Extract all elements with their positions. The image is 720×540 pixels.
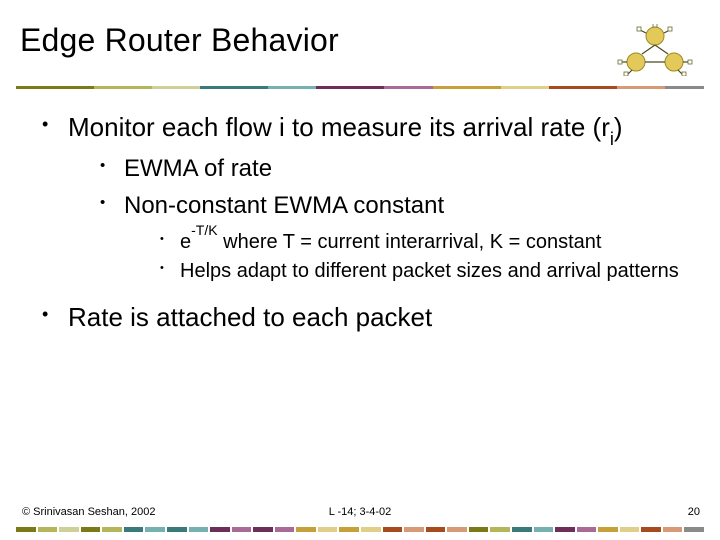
network-cluster-icon [616,24,694,76]
text: ) [614,112,623,142]
footer-chip [232,527,252,532]
footer-chip [167,527,187,532]
underline-seg [200,86,268,89]
bullet-item: Non-constant EWMA constant e-T/K where T… [100,191,680,285]
footer-chip [59,527,79,532]
footer-chip [124,527,144,532]
underline-seg [549,86,617,89]
superscript-exp: -T/K [191,222,217,238]
underline-seg [501,86,549,89]
footer-page-number: 20 [688,506,700,518]
footer-chip [663,527,683,532]
underline-seg [268,86,316,89]
footer-chip [404,527,424,532]
footer-chip [598,527,618,532]
text: Rate is attached to each packet [68,302,432,332]
underline-seg [16,86,94,89]
footer-chip [38,527,58,532]
underline-seg [433,86,501,89]
bullet-item: Monitor each flow i to measure its arriv… [40,111,680,285]
title-underline [16,86,704,89]
footer-chip [469,527,489,532]
bullet-list-level1: Monitor each flow i to measure its arriv… [40,111,680,334]
footer-chip [490,527,510,532]
footer-chip [620,527,640,532]
footer: © Srinivasan Seshan, 2002 L -14; 3-4-02 … [0,506,720,526]
footer-color-bar [16,527,704,532]
slide: Edge Router Behavior [0,0,720,540]
text: Non-constant EWMA constant [124,192,444,219]
underline-seg [94,86,152,89]
footer-chip [641,527,661,532]
bullet-list-level3: e-T/K where T = current interarrival, K … [124,230,680,285]
footer-chip [426,527,446,532]
footer-chip [512,527,532,532]
footer-chip [361,527,381,532]
underline-seg [384,86,432,89]
bullet-item: Rate is attached to each packet [40,301,680,334]
text: where T = current interarrival, K = cons… [218,231,602,253]
title-row: Edge Router Behavior [0,0,720,82]
footer-chip [253,527,273,532]
text: e [180,231,191,253]
slide-title: Edge Router Behavior [20,22,339,59]
footer-chip [296,527,316,532]
footer-chip [210,527,230,532]
footer-copyright: © Srinivasan Seshan, 2002 [22,506,155,518]
footer-chip [189,527,209,532]
text: EWMA of rate [124,155,272,182]
bullet-item: Helps adapt to different packet sizes an… [160,259,680,285]
bullet-item: e-T/K where T = current interarrival, K … [160,230,680,256]
text: Helps adapt to different packet sizes an… [180,260,679,282]
footer-chip [447,527,467,532]
footer-chip [16,527,36,532]
bullet-item: EWMA of rate [100,154,680,185]
footer-chip [383,527,403,532]
footer-chip [102,527,122,532]
underline-seg [617,86,665,89]
bullet-list-level2: EWMA of rate Non-constant EWMA constant … [68,154,680,285]
footer-chip [339,527,359,532]
underline-seg [665,86,704,89]
underline-seg [152,86,200,89]
footer-center: L -14; 3-4-02 [329,506,392,518]
footer-chip [275,527,295,532]
footer-chip [577,527,597,532]
text: Monitor each flow i to measure its arriv… [68,112,610,142]
footer-chip [555,527,575,532]
footer-chip [81,527,101,532]
slide-body: Monitor each flow i to measure its arriv… [0,89,720,334]
footer-chip [684,527,704,532]
subscript-i: i [610,129,614,149]
footer-chip [318,527,338,532]
underline-seg [316,86,384,89]
footer-chip [145,527,165,532]
footer-chip [534,527,554,532]
